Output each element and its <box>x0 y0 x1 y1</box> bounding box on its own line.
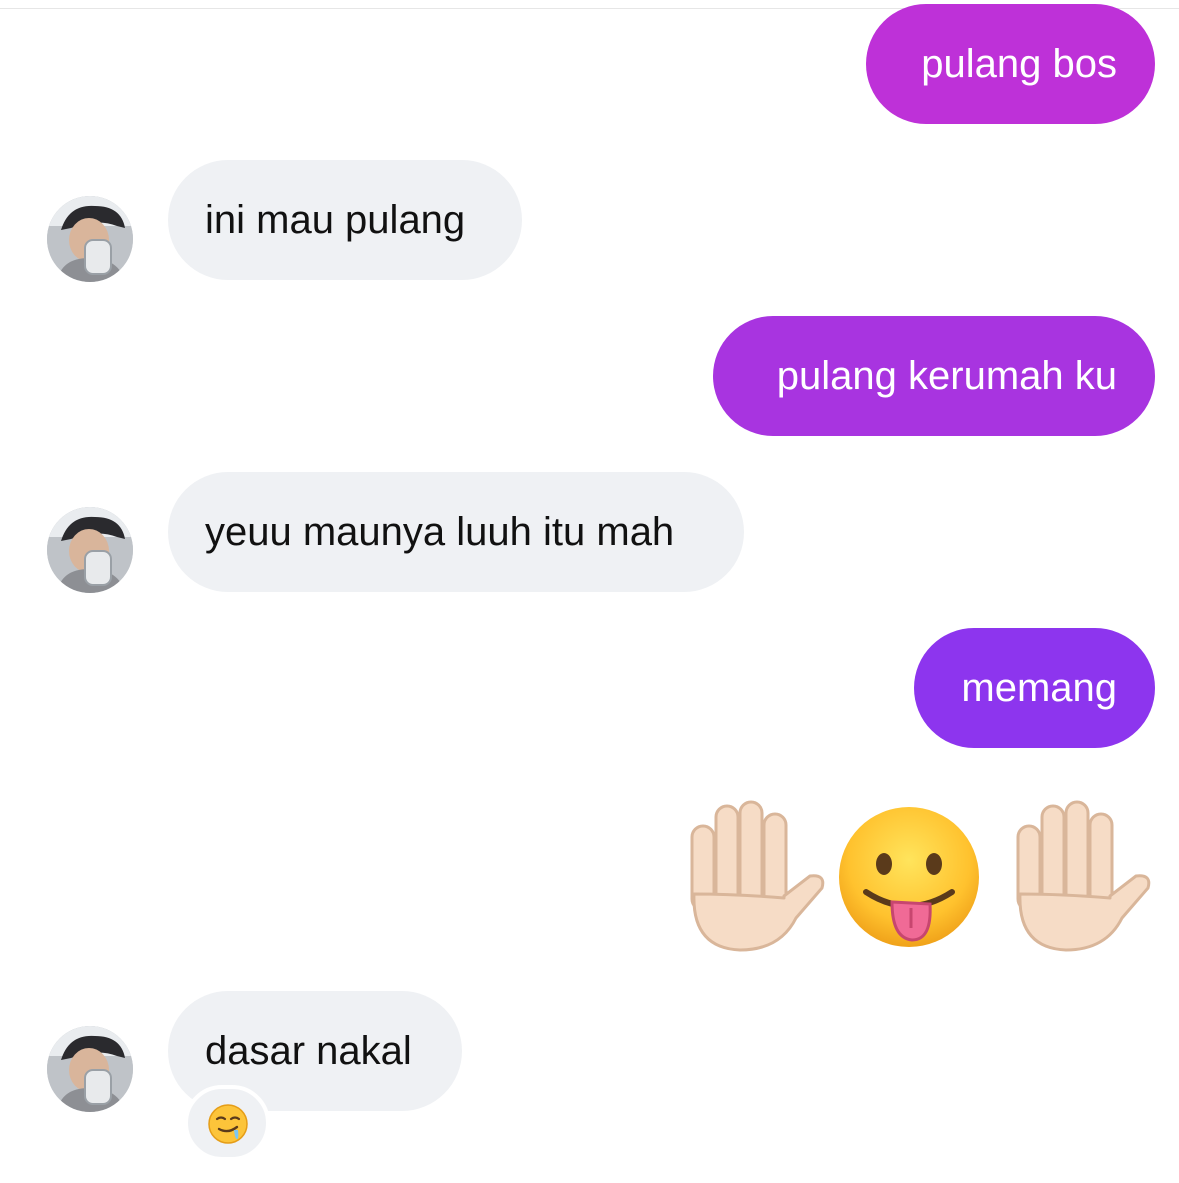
tongue-out-face-icon <box>839 807 979 947</box>
sent-message-bubble[interactable]: pulang kerumah ku <box>713 316 1155 436</box>
drooling-face-icon <box>208 1104 248 1144</box>
contact-avatar-photo-icon <box>47 196 133 282</box>
contact-avatar[interactable] <box>47 507 133 593</box>
received-message-bubble[interactable]: ini mau pulang <box>168 160 522 280</box>
sent-message-bubble[interactable]: memang <box>914 628 1155 748</box>
sent-emoji-message[interactable] <box>676 798 1154 960</box>
raised-hand-icon <box>690 800 825 952</box>
contact-avatar[interactable] <box>47 196 133 282</box>
raised-hand-icon <box>1016 800 1151 952</box>
message-reaction[interactable] <box>184 1085 270 1161</box>
received-message-bubble[interactable]: yeuu maunya luuh itu mah <box>168 472 744 592</box>
contact-avatar-photo-icon <box>47 1026 133 1112</box>
contact-avatar[interactable] <box>47 1026 133 1112</box>
sent-message-bubble[interactable]: pulang bos <box>866 4 1155 124</box>
contact-avatar-photo-icon <box>47 507 133 593</box>
